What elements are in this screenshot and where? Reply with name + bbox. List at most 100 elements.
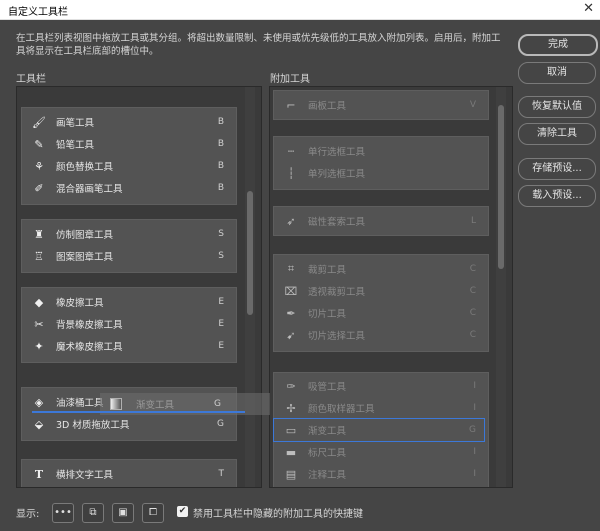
tool-name: 画笔工具 <box>56 118 95 129</box>
brush-icon: 🖌 <box>32 115 46 129</box>
tool-name: 标尺工具 <box>308 448 347 459</box>
scrollbar-thumb[interactable] <box>247 191 253 315</box>
tool-item-magic-eraser[interactable]: ✦ 魔术橡皮擦工具 E <box>22 335 236 357</box>
load-preset-button[interactable]: 载入预设... <box>518 185 596 207</box>
paint-bucket-icon: ◈ <box>34 395 44 409</box>
tool-item-eraser[interactable]: ◆ 橡皮擦工具 E <box>22 291 236 313</box>
magic-eraser-icon: ✦ <box>34 339 44 353</box>
color-replace-icon: ⚘ <box>34 159 44 173</box>
tool-group[interactable]: ⌗ 裁剪工具 C ⌧ 透视裁剪工具 C ✒ 切片工具 C ➹ 切片选择工具 C <box>273 254 489 352</box>
restore-defaults-button[interactable]: 恢复默认值 <box>518 96 596 118</box>
scrollbar-thumb[interactable] <box>498 105 504 269</box>
tool-name: 切片工具 <box>308 309 347 320</box>
done-button[interactable]: 完成 <box>518 34 598 56</box>
tool-shortcut: S <box>218 251 224 261</box>
selected-tool-highlight <box>273 418 485 442</box>
tool-shortcut: I <box>473 403 476 413</box>
slice-select-icon: ➹ <box>286 328 296 342</box>
tool-name: 颜色替换工具 <box>56 162 114 173</box>
tool-name: 魔术橡皮擦工具 <box>56 342 123 353</box>
tool-name: 橡皮擦工具 <box>56 298 104 309</box>
tool-item-slice[interactable]: ✒ 切片工具 C <box>274 302 488 324</box>
crop-icon: ⌗ <box>287 262 295 275</box>
tool-item-pattern-stamp[interactable]: ♖ 图案图章工具 S <box>22 245 236 267</box>
eyedropper-icon: ✑ <box>286 379 296 393</box>
tool-shortcut: C <box>469 286 476 296</box>
toolbar-list-label: 工具栏 <box>16 74 46 85</box>
tool-group[interactable]: ⌐ 画板工具 V <box>273 90 489 120</box>
tool-shortcut: S <box>218 229 224 239</box>
close-icon[interactable]: ✕ <box>583 1 594 17</box>
dialog-titlebar: 自定义工具栏 ✕ <box>0 0 600 20</box>
tool-name: 画板工具 <box>308 101 347 112</box>
tool-name: 仿制图章工具 <box>56 230 114 241</box>
tool-item-color-sampler[interactable]: ✢ 颜色取样器工具 I <box>274 397 488 419</box>
instructions-text: 在工具栏列表视图中拖放工具或其分组。将超出数量限制、未使用或优先级低的工具放入附… <box>16 33 501 57</box>
clone-stamp-icon: ♜ <box>34 227 44 241</box>
tool-group[interactable]: ◆ 橡皮擦工具 E ✂ 背景橡皮擦工具 E ✦ 魔术橡皮擦工具 E <box>21 287 237 363</box>
tool-group[interactable]: ♜ 仿制图章工具 S ♖ 图案图章工具 S <box>21 219 237 273</box>
disable-shortcuts-label: 禁用工具栏中隐藏的附加工具的快捷键 <box>193 509 363 520</box>
tool-shortcut: G <box>217 419 224 429</box>
note-icon: ▤ <box>285 467 297 481</box>
show-foreground-background-button[interactable]: ⧉ <box>82 503 104 523</box>
tool-shortcut: I <box>473 469 476 479</box>
tool-group[interactable]: ┄ 单行选框工具 ┆ 单列选框工具 <box>273 136 489 190</box>
extra-tools-scrollbar[interactable] <box>496 87 506 487</box>
tool-item-perspective-crop[interactable]: ⌧ 透视裁剪工具 C <box>274 280 488 302</box>
tool-shortcut: B <box>217 139 224 149</box>
tool-shortcut: E <box>218 297 224 307</box>
tool-item-single-column-marquee[interactable]: ┆ 单列选框工具 <box>274 162 488 184</box>
tool-item-pencil[interactable]: ✎ 铅笔工具 B <box>22 133 236 155</box>
tool-item-mixer-brush[interactable]: ✐ 混合器画笔工具 B <box>22 177 236 199</box>
tool-shortcut: I <box>473 381 476 391</box>
tool-name: 单列选框工具 <box>308 169 366 180</box>
tool-item-3d-material-drop[interactable]: ⬙ 3D 材质拖放工具 G <box>22 413 236 435</box>
show-quick-mask-button[interactable]: ▣ <box>112 503 134 523</box>
tool-item-single-row-marquee[interactable]: ┄ 单行选框工具 <box>274 140 488 162</box>
show-label: 显示: <box>16 509 40 520</box>
disable-shortcuts-checkbox[interactable]: ✔ <box>177 506 188 517</box>
magnetic-lasso-icon: ➶ <box>286 214 296 228</box>
tool-group[interactable]: T 横排文字工具 T <box>21 459 237 487</box>
tool-shortcut: E <box>218 319 224 329</box>
tool-name: 渐变工具 <box>136 400 175 411</box>
tool-item-note[interactable]: ▤ 注释工具 I <box>274 463 488 485</box>
tool-item-artboard[interactable]: ⌐ 画板工具 V <box>274 94 488 116</box>
tool-name: 3D 材质拖放工具 <box>56 420 130 431</box>
tool-shortcut: I <box>473 447 476 457</box>
type-icon: T <box>34 467 44 481</box>
tool-item-slice-select[interactable]: ➹ 切片选择工具 C <box>274 324 488 346</box>
show-extra-slot-button[interactable]: ••• <box>52 503 74 523</box>
cancel-button[interactable]: 取消 <box>518 62 596 84</box>
artboard-icon: ⌐ <box>286 98 296 112</box>
tool-item-crop[interactable]: ⌗ 裁剪工具 C <box>274 258 488 280</box>
mixer-brush-icon: ✐ <box>34 181 44 195</box>
tool-shortcut: C <box>469 330 476 340</box>
tool-item-horizontal-type[interactable]: T 横排文字工具 T <box>22 463 236 485</box>
color-sampler-icon: ✢ <box>286 401 296 415</box>
tool-group[interactable]: 🖌 画笔工具 B ✎ 铅笔工具 B ⚘ 颜色替换工具 B ✐ 混合器画笔工具 B <box>21 107 237 205</box>
clear-tools-button[interactable]: 清除工具 <box>518 123 596 145</box>
tool-item-color-replace[interactable]: ⚘ 颜色替换工具 B <box>22 155 236 177</box>
tool-item-ruler[interactable]: ▬ 标尺工具 I <box>274 441 488 463</box>
tool-group[interactable]: ➶ 磁性套索工具 L <box>273 206 489 236</box>
tool-name: 背景橡皮擦工具 <box>56 320 123 331</box>
tool-item-clone-stamp[interactable]: ♜ 仿制图章工具 S <box>22 223 236 245</box>
ruler-icon: ▬ <box>285 445 297 459</box>
tool-name: 横排文字工具 <box>56 470 114 481</box>
toolbar-list-panel[interactable]: 🖌 画笔工具 B ✎ 铅笔工具 B ⚘ 颜色替换工具 B ✐ 混合器画笔工具 B… <box>16 86 262 488</box>
eraser-icon: ◆ <box>34 295 44 309</box>
tool-name: 透视裁剪工具 <box>308 287 366 298</box>
tool-item-magnetic-lasso[interactable]: ➶ 磁性套索工具 L <box>274 210 488 232</box>
pattern-stamp-icon: ♖ <box>34 249 44 263</box>
save-preset-button[interactable]: 存储预设... <box>518 158 596 180</box>
tool-item-eyedropper[interactable]: ✑ 吸管工具 I <box>274 375 488 397</box>
background-eraser-icon: ✂ <box>34 317 44 331</box>
show-screen-mode-button[interactable]: ⧠ <box>142 503 164 523</box>
tool-item-brush[interactable]: 🖌 画笔工具 B <box>22 111 236 133</box>
extra-tools-label: 附加工具 <box>270 74 310 85</box>
tool-name: 图案图章工具 <box>56 252 114 263</box>
tool-item-background-eraser[interactable]: ✂ 背景橡皮擦工具 E <box>22 313 236 335</box>
toolbar-list-scrollbar[interactable] <box>245 87 255 487</box>
